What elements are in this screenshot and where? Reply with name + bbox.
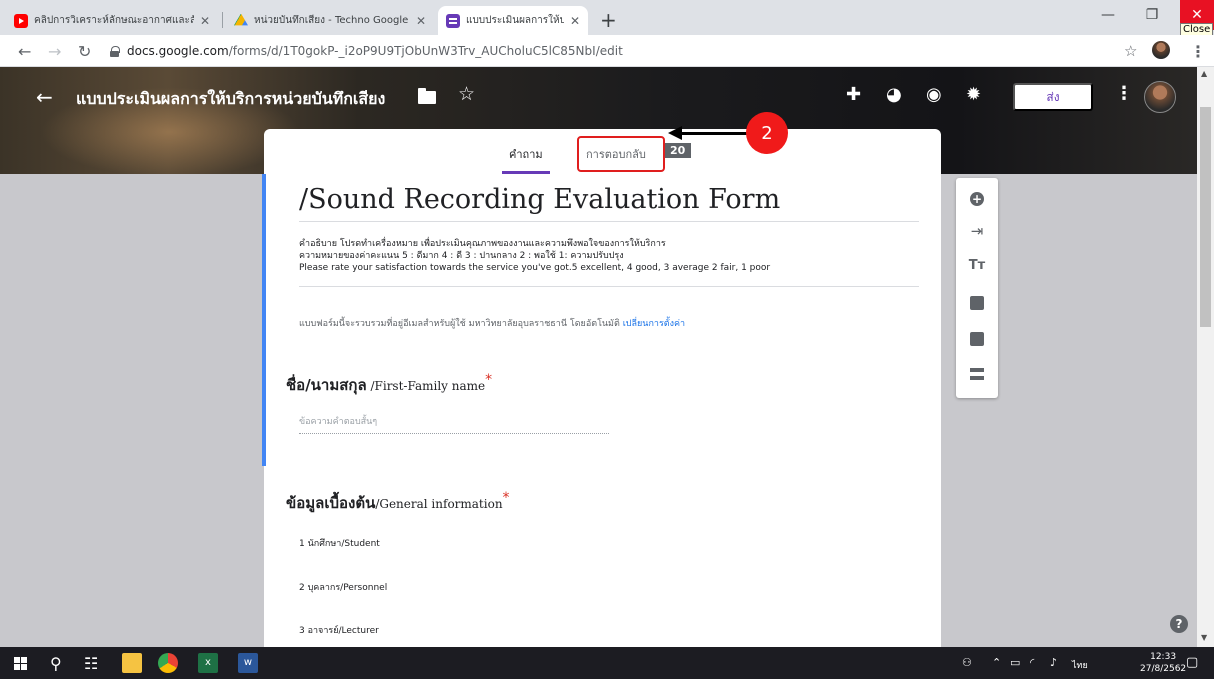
question-general-info-title[interactable]: ข้อมูลเบื้องต้น/General information* bbox=[286, 490, 510, 515]
required-asterisk: * bbox=[502, 490, 510, 506]
tray-chevron-icon[interactable]: ⌃ bbox=[992, 656, 1001, 669]
annotation-callout-number: 2 bbox=[746, 112, 788, 154]
google-forms-icon bbox=[446, 13, 460, 28]
responses-count-badge: 20 bbox=[664, 143, 692, 158]
question-title-thai: ชื่อ/นามสกุล bbox=[286, 376, 367, 394]
reload-icon[interactable]: ↻ bbox=[78, 42, 91, 61]
minimize-icon[interactable]: — bbox=[1086, 0, 1130, 30]
short-answer-field[interactable]: ข้อความคำตอบสั้นๆ bbox=[299, 414, 609, 434]
browser-tab-drive[interactable]: หน่วยบันทึกเสียง - Techno Google ✕ bbox=[226, 6, 434, 35]
add-video-icon[interactable] bbox=[970, 332, 984, 346]
browser-tab-title: หน่วยบันทึกเสียง - Techno Google bbox=[254, 15, 409, 26]
close-tab-icon[interactable]: ✕ bbox=[570, 14, 580, 28]
description-line: คำอธิบาย โปรดทำเครื่องหมาย เพื่อประเมินค… bbox=[299, 239, 666, 249]
url-field[interactable]: docs.google.com /forms/d/1T0gokP-_i2oP9U… bbox=[110, 39, 1110, 63]
windows-taskbar: ⚲ ☷ x w ⚇ ⌃ ▭ ◜ ♪ ไทย 12:33 27/8/2562 ▢ bbox=[0, 647, 1214, 679]
email-collection-note: แบบฟอร์มนี้จะรวบรวมที่อยู่อีเมลสำหรับผู้… bbox=[299, 316, 685, 330]
word-icon[interactable]: w bbox=[238, 653, 258, 673]
folder-icon[interactable] bbox=[418, 88, 436, 104]
volume-icon[interactable]: ♪ bbox=[1050, 656, 1057, 669]
browser-tab-youtube[interactable]: คลิปการวิเคราะห์ลักษณะอากาศและลั ✕ bbox=[6, 6, 218, 35]
tab-questions[interactable]: คำถาม bbox=[509, 145, 543, 163]
title-divider bbox=[299, 221, 919, 222]
address-bar: ← → ↻ docs.google.com /forms/d/1T0gokP-_… bbox=[0, 35, 1214, 67]
collect-note-text: แบบฟอร์มนี้จะรวบรวมที่อยู่อีเมลสำหรับผู้… bbox=[299, 319, 620, 329]
browser-tab-strip: คลิปการวิเคราะห์ลักษณะอากาศและลั ✕ หน่วย… bbox=[0, 0, 1214, 35]
question-name-title[interactable]: ชื่อ/นามสกุล /First-Family name* bbox=[286, 372, 492, 397]
description-divider bbox=[299, 286, 919, 287]
form-title[interactable]: /Sound Recording Evaluation Form bbox=[299, 184, 780, 215]
help-icon[interactable]: ? bbox=[1170, 615, 1188, 633]
settings-gear-icon[interactable]: ✹ bbox=[966, 84, 981, 105]
task-view-icon[interactable]: ☷ bbox=[84, 654, 98, 673]
required-asterisk: * bbox=[485, 372, 493, 388]
forward-icon[interactable]: → bbox=[48, 42, 61, 61]
windows-start-icon[interactable] bbox=[14, 657, 27, 670]
star-icon[interactable]: ☆ bbox=[458, 83, 475, 105]
close-tab-icon[interactable]: ✕ bbox=[416, 14, 426, 28]
people-icon[interactable]: ⚇ bbox=[962, 656, 972, 669]
scroll-up-icon[interactable]: ▲ bbox=[1201, 69, 1207, 78]
clock-time: 12:33 bbox=[1150, 652, 1177, 662]
scroll-thumb[interactable] bbox=[1200, 107, 1211, 327]
url-path: /forms/d/1T0gokP-_i2oP9U9TjObUnW3Trv_AUC… bbox=[228, 44, 623, 58]
url-host: docs.google.com bbox=[127, 44, 229, 58]
chrome-menu-icon[interactable]: ⋮ bbox=[1190, 42, 1206, 61]
form-doc-title[interactable]: แบบประเมินผลการให้บริการหน่วยบันทึกเสียง bbox=[76, 87, 385, 112]
restore-icon[interactable]: ❐ bbox=[1130, 0, 1174, 30]
system-clock[interactable]: 12:33 27/8/2562 bbox=[1140, 651, 1186, 675]
browser-tab-title: แบบประเมินผลการให้บริการหน่วยบันทึ bbox=[466, 15, 564, 26]
google-drive-icon bbox=[234, 13, 248, 26]
new-tab-icon[interactable]: + bbox=[600, 8, 617, 32]
wifi-icon[interactable]: ◜ bbox=[1030, 656, 1034, 669]
notification-icon[interactable]: ▢ bbox=[1186, 655, 1198, 670]
youtube-icon bbox=[14, 13, 28, 28]
bookmark-star-icon[interactable]: ☆ bbox=[1124, 42, 1137, 60]
annotation-highlight-box bbox=[577, 136, 665, 172]
scroll-down-icon[interactable]: ▼ bbox=[1201, 633, 1207, 642]
description-line: ความหมายของค่าคะแนน 5 : ดีมาก 4 : ดี 3 :… bbox=[299, 251, 624, 261]
option-student[interactable]: 1 นักศึกษา/Student bbox=[299, 536, 380, 550]
form-description[interactable]: คำอธิบาย โปรดทำเครื่องหมาย เพื่อประเมินค… bbox=[299, 238, 770, 274]
add-title-icon[interactable]: Tт bbox=[956, 258, 998, 273]
send-button[interactable]: ส่ง bbox=[1013, 83, 1093, 111]
back-icon[interactable]: ← bbox=[18, 42, 31, 61]
question-title-thai: ข้อมูลเบื้องต้น bbox=[286, 494, 376, 512]
clock-date: 27/8/2562 bbox=[1140, 664, 1187, 674]
annotation-arrow-line bbox=[678, 132, 748, 135]
active-section-indicator bbox=[262, 174, 266, 466]
avatar[interactable] bbox=[1144, 81, 1176, 113]
battery-icon[interactable]: ▭ bbox=[1010, 656, 1020, 669]
add-image-icon[interactable] bbox=[970, 296, 984, 310]
option-personnel[interactable]: 2 บุคลากร/Personnel bbox=[299, 580, 387, 594]
tab-separator bbox=[222, 12, 223, 28]
back-arrow-icon[interactable]: ← bbox=[36, 85, 53, 109]
more-options-icon[interactable]: ⋮ bbox=[1115, 83, 1133, 104]
preview-eye-icon[interactable]: ◉ bbox=[926, 84, 942, 105]
form-side-toolbar: + ⇥ Tт bbox=[956, 178, 998, 398]
form-card: /Sound Recording Evaluation Form คำอธิบา… bbox=[264, 174, 941, 647]
browser-tab-title: คลิปการวิเคราะห์ลักษณะอากาศและลั bbox=[34, 15, 194, 26]
change-settings-link[interactable]: เปลี่ยนการตั้งค่า bbox=[623, 319, 685, 329]
profile-avatar-icon[interactable] bbox=[1152, 41, 1170, 59]
file-explorer-icon[interactable] bbox=[122, 653, 142, 673]
import-questions-icon[interactable]: ⇥ bbox=[956, 222, 998, 240]
close-tab-icon[interactable]: ✕ bbox=[200, 14, 210, 28]
palette-icon[interactable]: ◕ bbox=[886, 84, 902, 105]
description-line: Please rate your satisfaction towards th… bbox=[299, 263, 771, 273]
search-icon[interactable]: ⚲ bbox=[50, 654, 62, 673]
question-title-english: /General information bbox=[375, 497, 503, 511]
addons-puzzle-icon[interactable]: ✚ bbox=[846, 84, 861, 105]
option-lecturer[interactable]: 3 อาจารย์/Lecturer bbox=[299, 623, 379, 637]
annotation-arrow-head bbox=[668, 126, 682, 140]
page-scrollbar[interactable]: ▲ ▼ bbox=[1197, 67, 1214, 647]
browser-tab-forms[interactable]: แบบประเมินผลการให้บริการหน่วยบันทึ ✕ bbox=[438, 6, 588, 35]
add-question-icon[interactable]: + bbox=[970, 192, 984, 206]
add-section-icon[interactable] bbox=[970, 368, 984, 380]
lock-icon bbox=[110, 45, 120, 57]
chrome-icon[interactable] bbox=[158, 653, 178, 673]
question-title-english: /First-Family name bbox=[366, 379, 486, 393]
excel-icon[interactable]: x bbox=[198, 653, 218, 673]
language-indicator[interactable]: ไทย bbox=[1072, 658, 1088, 672]
